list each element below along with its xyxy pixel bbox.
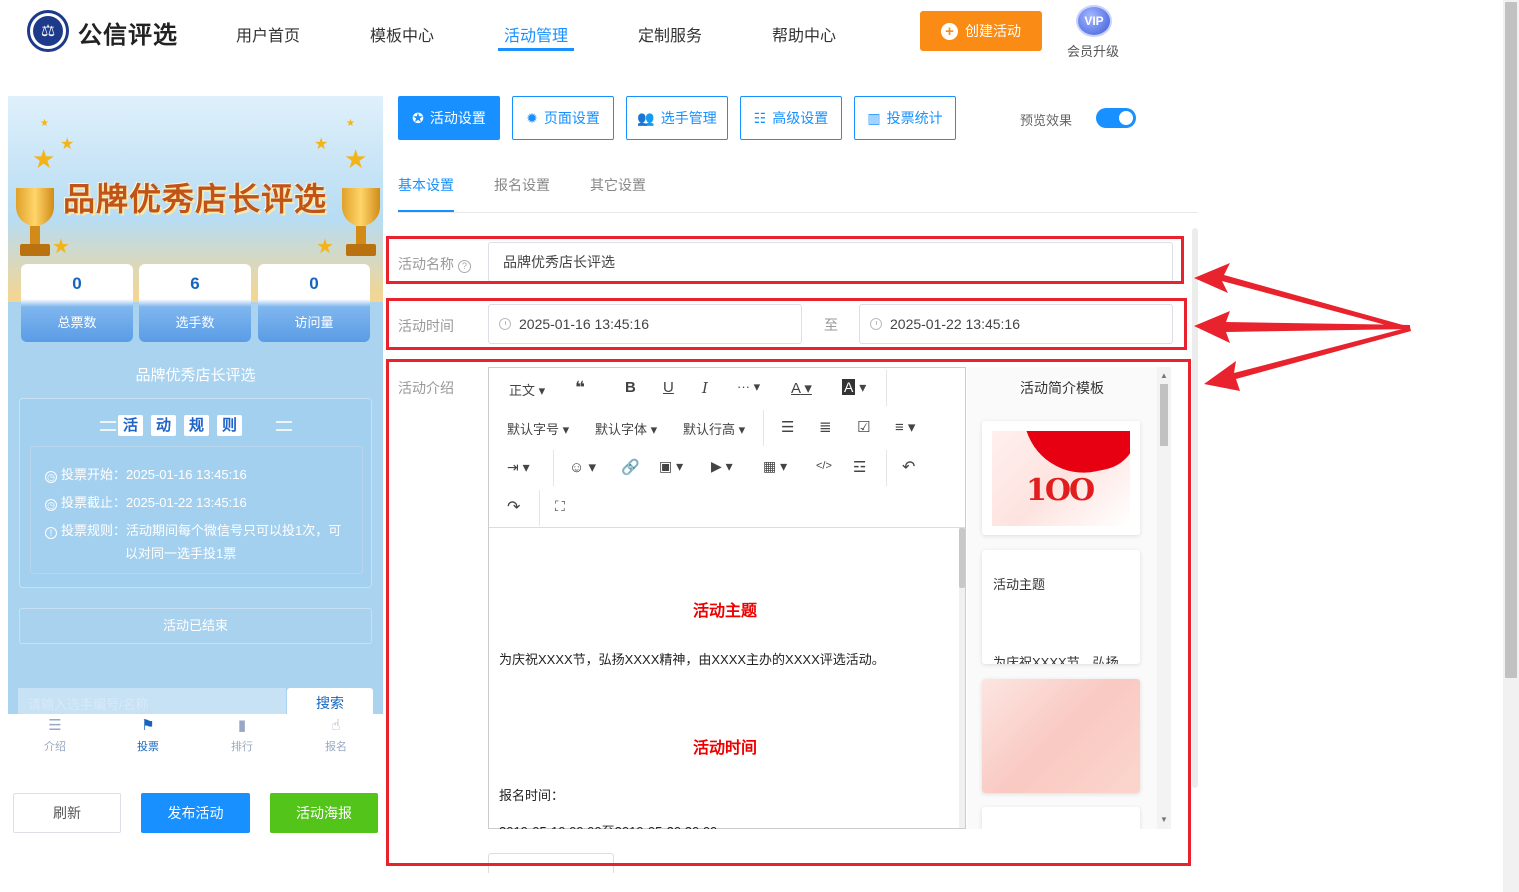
- nav-activity-management[interactable]: 活动管理: [504, 22, 568, 46]
- star-icon: ★: [316, 236, 334, 258]
- stat-label: 总票数: [57, 315, 97, 330]
- gear-icon: ✹: [526, 110, 538, 126]
- refresh-button[interactable]: 刷新: [13, 793, 121, 833]
- rule-vote-end: ◷ 投票截止：2025-01-22 13:45:16: [45, 492, 247, 511]
- preview-effect-toggle[interactable]: [1096, 108, 1136, 128]
- rules-inner: ◷ 投票开始：2025-01-16 13:45:16 ◷ 投票截止：2025-01-…: [30, 446, 363, 574]
- create-activity-label: 创建活动: [965, 23, 1021, 39]
- star-circle-icon: ✪: [412, 110, 424, 126]
- star-icon: ★: [344, 144, 368, 174]
- toggle-knob: [1119, 111, 1133, 125]
- preview-nav-vote[interactable]: ⚑ 投票: [118, 718, 178, 754]
- rules-heading-char: 规: [184, 415, 209, 436]
- nav-user-home[interactable]: 用户首页: [236, 22, 300, 46]
- stat-visits: 0 访问量: [258, 264, 370, 342]
- settings-list-icon: ☷: [753, 110, 767, 126]
- star-icon: ★: [32, 144, 56, 174]
- star-icon: ★: [60, 136, 75, 153]
- rule-vote-rule-cont: 以对同一选手投1票: [125, 546, 237, 561]
- plus-icon: +: [941, 22, 958, 40]
- subtab-active-indicator: [398, 210, 454, 212]
- star-icon: ★: [40, 118, 49, 129]
- trophy-icon: [12, 188, 58, 258]
- rule-vote-start: ◷ 投票开始：2025-01-16 13:45:16: [45, 464, 247, 483]
- preview-activity-title: 品牌优秀店长评选: [135, 367, 256, 384]
- create-activity-button[interactable]: + 创建活动: [920, 11, 1042, 51]
- arrow-icon: [1204, 327, 1411, 391]
- clock-icon: ◷: [45, 471, 57, 483]
- rules-heading-char: 则: [217, 415, 242, 436]
- subtab-basic-settings[interactable]: 基本设置: [398, 175, 454, 195]
- annotation-box-intro: [386, 359, 1191, 866]
- subtab-signup-settings[interactable]: 报名设置: [494, 175, 550, 195]
- bar-chart-icon: ▥: [867, 110, 881, 126]
- decor-lines: [276, 421, 292, 431]
- page-scrollbar[interactable]: [1503, 0, 1519, 892]
- mobile-preview: ★ ★ ★ ★ ★ ★ ★ ★ 品牌优秀店长评选 0 总票数 6 选手数 0 访…: [8, 96, 383, 714]
- stat-label: 选手数: [175, 315, 215, 330]
- tab-page-settings[interactable]: ✹ 页面设置: [512, 96, 614, 140]
- preview-effect-label: 预览效果: [1020, 113, 1073, 128]
- annotation-arrows: [1194, 263, 1411, 391]
- preview-search-button[interactable]: 搜索: [287, 688, 373, 714]
- activity-poster-button[interactable]: 活动海报: [270, 793, 378, 833]
- annotation-box-time: [386, 298, 1187, 350]
- tab-vote-statistics[interactable]: ▥ 投票统计: [854, 96, 956, 140]
- brand-name[interactable]: 公信评选: [78, 15, 178, 50]
- vip-upgrade-label[interactable]: 会员升级: [1067, 41, 1119, 60]
- page-scrollbar-thumb[interactable]: [1505, 2, 1517, 678]
- nav-custom-service[interactable]: 定制服务: [638, 22, 702, 46]
- tab-advanced-settings[interactable]: ☷ 高级设置: [740, 96, 842, 140]
- rule-vote-rule: ! 投票规则：活动期间每个微信号只可以投1次，可: [45, 520, 341, 539]
- tab-activity-settings[interactable]: ✪ 活动设置: [398, 96, 500, 140]
- rules-heading: 活 动 规 则: [118, 415, 242, 436]
- vip-icon[interactable]: VIP: [1076, 5, 1112, 37]
- stat-total-votes: 0 总票数: [21, 264, 133, 342]
- list-icon: ☰: [48, 717, 62, 734]
- stat-label: 访问量: [294, 315, 334, 330]
- nav-help-center[interactable]: 帮助中心: [772, 22, 836, 46]
- decor-lines: [100, 421, 116, 431]
- tab-contestant-management[interactable]: 👥 选手管理: [626, 96, 728, 140]
- activity-ended-bar: 活动已结束: [19, 608, 372, 644]
- preview-nav-intro[interactable]: ☰ 介绍: [25, 718, 85, 754]
- preview-bottom-nav: ☰ 介绍 ⚑ 投票 ▮ 排行 ☝ 报名: [8, 714, 383, 770]
- star-icon: ★: [314, 136, 329, 153]
- rules-box: 活 动 规 则 ◷ 投票开始：2025-01-16 13:45:16 ◷ 投票截止：…: [19, 398, 372, 588]
- top-header: ⚖ 公信评选 用户首页 模板中心 活动管理 定制服务 帮助中心 + 创建活动 V…: [0, 0, 1500, 64]
- publish-activity-button[interactable]: 发布活动: [141, 793, 250, 833]
- logo-icon[interactable]: ⚖: [27, 10, 69, 52]
- nav-template-center[interactable]: 模板中心: [370, 22, 434, 46]
- clock-icon: ◷: [45, 499, 57, 511]
- annotation-box-name: [386, 236, 1184, 284]
- preview-search-input[interactable]: 请输入选手编号/名称: [18, 688, 286, 714]
- users-icon: 👥: [637, 110, 655, 126]
- rules-heading-char: 动: [151, 415, 176, 436]
- flag-icon: ⚑: [141, 717, 155, 734]
- subtab-other-settings[interactable]: 其它设置: [590, 175, 646, 195]
- info-icon: !: [45, 527, 57, 539]
- stat-value: 0: [309, 274, 319, 293]
- stat-value: 6: [190, 274, 200, 293]
- stat-contestants: 6 选手数: [139, 264, 251, 342]
- hand-icon: ☝: [331, 717, 341, 734]
- preview-search: 请输入选手编号/名称 搜索: [18, 688, 373, 714]
- preview-nav-signup[interactable]: ☝ 报名: [306, 718, 366, 754]
- stat-value: 0: [72, 274, 82, 293]
- bar-chart-icon: ▮: [237, 717, 247, 734]
- rules-heading-char: 活: [118, 415, 143, 436]
- star-icon: ★: [346, 118, 355, 129]
- preview-nav-ranking[interactable]: ▮ 排行: [212, 718, 272, 754]
- subtab-divider: [398, 212, 1198, 213]
- nav-active-indicator: [498, 48, 574, 51]
- trophy-icon: [338, 188, 383, 258]
- banner-title: 品牌优秀店长评选: [63, 180, 328, 218]
